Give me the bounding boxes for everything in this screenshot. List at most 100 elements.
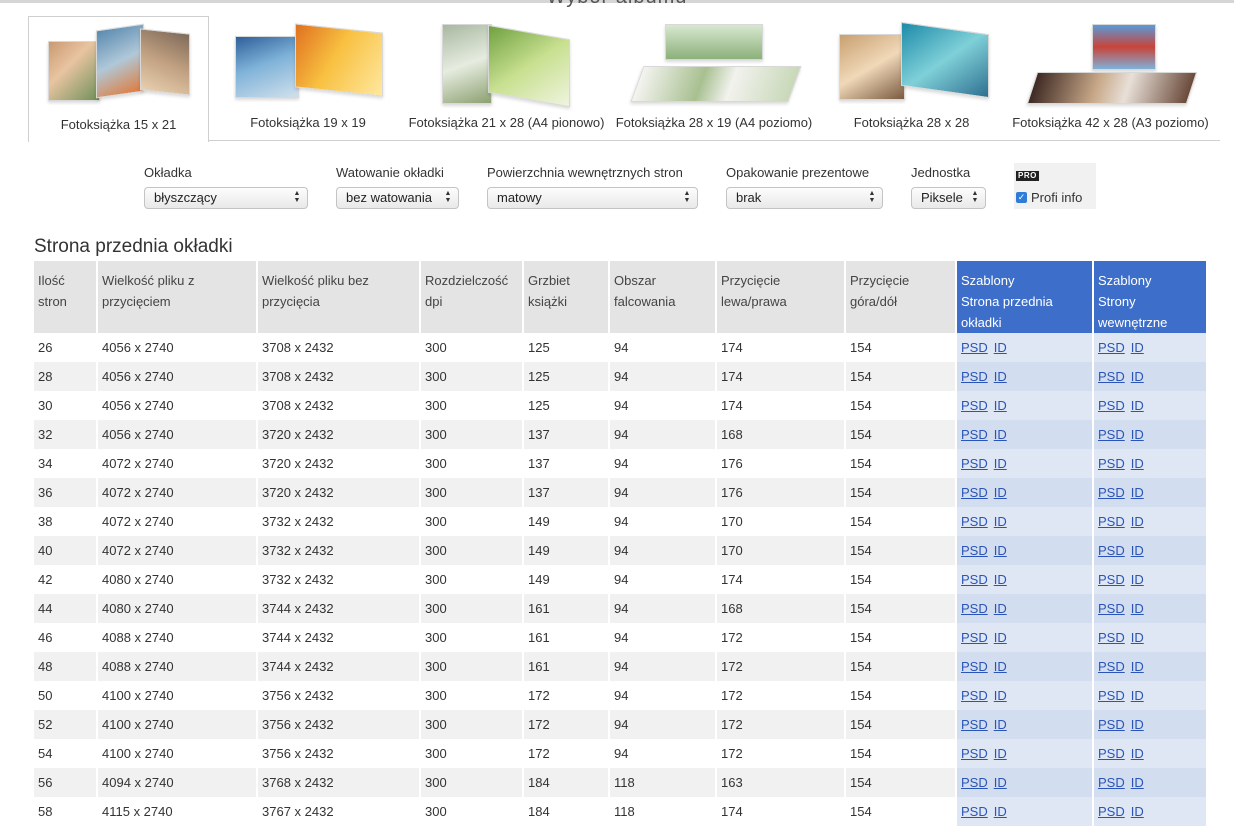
cover-template-psd-link[interactable]: PSD <box>961 601 988 616</box>
cover-template-psd-link[interactable]: PSD <box>961 485 988 500</box>
inner-template-psd-link[interactable]: PSD <box>1098 630 1125 645</box>
page-heading: Wybór albumu <box>0 0 1234 9</box>
cover-template-id-link[interactable]: ID <box>994 804 1007 819</box>
cover-template-psd-link[interactable]: PSD <box>961 340 988 355</box>
cell-cover-templates: PSD ID <box>957 536 1094 565</box>
inner-template-id-link[interactable]: ID <box>1131 688 1144 703</box>
inner-template-psd-link[interactable]: PSD <box>1098 659 1125 674</box>
inner-template-id-link[interactable]: ID <box>1131 514 1144 529</box>
cover-template-id-link[interactable]: ID <box>994 659 1007 674</box>
inner-template-psd-link[interactable]: PSD <box>1098 340 1125 355</box>
cell-trim-tb: 154 <box>846 449 957 478</box>
tab-photobook-28x28[interactable]: Fotoksiążka 28 x 28 <box>822 16 1001 140</box>
cell-trim-lr: 163 <box>717 768 846 797</box>
inner-template-id-link[interactable]: ID <box>1131 340 1144 355</box>
cover-template-psd-link[interactable]: PSD <box>961 717 988 732</box>
inner-template-id-link[interactable]: ID <box>1131 659 1144 674</box>
inner-template-id-link[interactable]: ID <box>1131 572 1144 587</box>
padding-select[interactable]: bez watowania ▲ ▼ <box>336 187 459 209</box>
cover-template-psd-link[interactable]: PSD <box>961 746 988 761</box>
cell-spine: 172 <box>524 710 610 739</box>
cover-template-id-link[interactable]: ID <box>994 514 1007 529</box>
inner-template-psd-link[interactable]: PSD <box>1098 456 1125 471</box>
table-row: 32 4056 x 2740 3720 x 2432 300 137 94 168 154 PS… <box>34 420 1208 449</box>
inner-template-psd-link[interactable]: PSD <box>1098 543 1125 558</box>
cover-template-psd-link[interactable]: PSD <box>961 543 988 558</box>
unit-select[interactable]: Piksele ▲ ▼ <box>911 187 986 209</box>
cell-size-nobleed: 3720 x 2432 <box>258 478 421 507</box>
cover-select[interactable]: błyszczący ▲ ▼ <box>144 187 308 209</box>
inner-template-psd-link[interactable]: PSD <box>1098 572 1125 587</box>
inner-template-id-link[interactable]: ID <box>1131 775 1144 790</box>
cover-template-psd-link[interactable]: PSD <box>961 572 988 587</box>
cell-fold: 94 <box>610 652 717 681</box>
inner-template-psd-link[interactable]: PSD <box>1098 746 1125 761</box>
cover-label: Okładka <box>144 165 192 180</box>
cover-template-psd-link[interactable]: PSD <box>961 688 988 703</box>
cover-template-id-link[interactable]: ID <box>994 369 1007 384</box>
inner-template-id-link[interactable]: ID <box>1131 746 1144 761</box>
cover-template-id-link[interactable]: ID <box>994 456 1007 471</box>
cell-pages: 44 <box>34 594 98 623</box>
inner-template-psd-link[interactable]: PSD <box>1098 369 1125 384</box>
tab-photobook-42x28-a3[interactable]: Fotoksiążka 42 x 28 (A3 poziomo) <box>1001 16 1220 140</box>
cover-template-psd-link[interactable]: PSD <box>961 456 988 471</box>
cover-template-id-link[interactable]: ID <box>994 717 1007 732</box>
inner-template-id-link[interactable]: ID <box>1131 543 1144 558</box>
cell-cover-templates: PSD ID <box>957 594 1094 623</box>
cover-template-psd-link[interactable]: PSD <box>961 427 988 442</box>
cover-template-id-link[interactable]: ID <box>994 775 1007 790</box>
cover-template-id-link[interactable]: ID <box>994 601 1007 616</box>
cell-dpi: 300 <box>421 797 524 826</box>
inner-template-id-link[interactable]: ID <box>1131 485 1144 500</box>
cell-size-nobleed: 3732 x 2432 <box>258 565 421 594</box>
cover-template-id-link[interactable]: ID <box>994 746 1007 761</box>
inner-template-id-link[interactable]: ID <box>1131 630 1144 645</box>
inner-template-psd-link[interactable]: PSD <box>1098 688 1125 703</box>
inner-template-psd-link[interactable]: PSD <box>1098 775 1125 790</box>
cover-template-psd-link[interactable]: PSD <box>961 804 988 819</box>
profi-info-toggle[interactable]: ✓ Profi info <box>1016 190 1082 205</box>
inner-template-psd-link[interactable]: PSD <box>1098 804 1125 819</box>
inner-template-id-link[interactable]: ID <box>1131 717 1144 732</box>
tab-photobook-28x19-landscape[interactable]: Fotoksiążka 28 x 19 (A4 poziomo) <box>606 16 822 140</box>
inner-template-psd-link[interactable]: PSD <box>1098 601 1125 616</box>
cell-dpi: 300 <box>421 507 524 536</box>
inner-template-psd-link[interactable]: PSD <box>1098 514 1125 529</box>
cover-template-id-link[interactable]: ID <box>994 572 1007 587</box>
tab-photobook-19x19[interactable]: Fotoksiążka 19 x 19 <box>209 16 407 140</box>
tab-photobook-15x21[interactable]: Fotoksiążka 15 x 21 <box>28 16 209 142</box>
inner-template-psd-link[interactable]: PSD <box>1098 398 1125 413</box>
cover-template-psd-link[interactable]: PSD <box>961 630 988 645</box>
cover-template-psd-link[interactable]: PSD <box>961 775 988 790</box>
cover-template-id-link[interactable]: ID <box>994 340 1007 355</box>
cover-template-psd-link[interactable]: PSD <box>961 398 988 413</box>
cell-pages: 46 <box>34 623 98 652</box>
inner-template-psd-link[interactable]: PSD <box>1098 427 1125 442</box>
surface-select[interactable]: matowy ▲ ▼ <box>487 187 698 209</box>
gift-select[interactable]: brak ▲ ▼ <box>726 187 883 209</box>
cell-trim-lr: 174 <box>717 565 846 594</box>
inner-template-id-link[interactable]: ID <box>1131 427 1144 442</box>
inner-template-id-link[interactable]: ID <box>1131 369 1144 384</box>
cover-template-id-link[interactable]: ID <box>994 427 1007 442</box>
cover-template-id-link[interactable]: ID <box>994 688 1007 703</box>
inner-template-psd-link[interactable]: PSD <box>1098 717 1125 732</box>
cover-template-psd-link[interactable]: PSD <box>961 659 988 674</box>
inner-template-id-link[interactable]: ID <box>1131 456 1144 471</box>
cell-trim-tb: 154 <box>846 739 957 768</box>
cover-template-id-link[interactable]: ID <box>994 398 1007 413</box>
cover-template-id-link[interactable]: ID <box>994 543 1007 558</box>
checkbox-checked-icon[interactable]: ✓ <box>1016 192 1027 203</box>
inner-template-id-link[interactable]: ID <box>1131 804 1144 819</box>
cover-template-id-link[interactable]: ID <box>994 485 1007 500</box>
cover-template-psd-link[interactable]: PSD <box>961 514 988 529</box>
inner-template-psd-link[interactable]: PSD <box>1098 485 1125 500</box>
cover-template-psd-link[interactable]: PSD <box>961 369 988 384</box>
cover-template-id-link[interactable]: ID <box>994 630 1007 645</box>
cell-fold: 94 <box>610 739 717 768</box>
tab-photobook-21x28-portrait[interactable]: Fotoksiążka 21 x 28 (A4 pionowo) <box>407 16 606 140</box>
inner-template-id-link[interactable]: ID <box>1131 398 1144 413</box>
inner-template-id-link[interactable]: ID <box>1131 601 1144 616</box>
table-row: 48 4088 x 2740 3744 x 2432 300 161 94 172 154 PS… <box>34 652 1208 681</box>
